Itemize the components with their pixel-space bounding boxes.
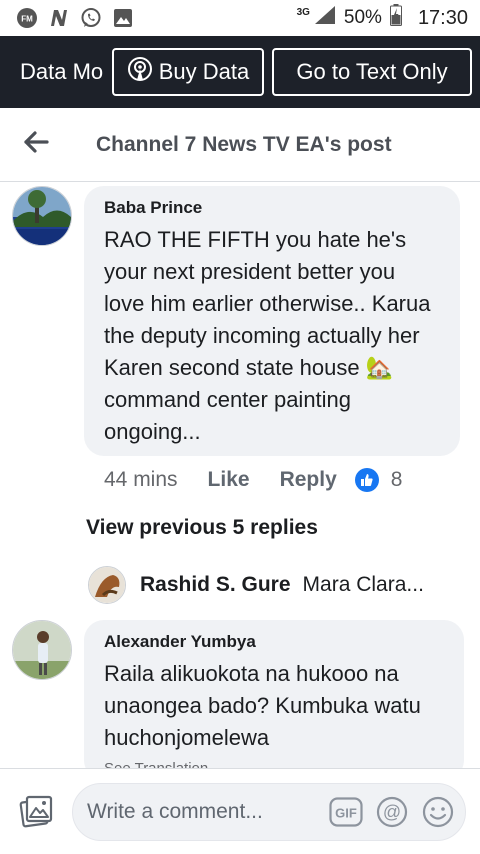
back-arrow-icon bbox=[23, 131, 49, 158]
comment-bubble[interactable]: Baba Prince RAO THE FIFTH you hate he's … bbox=[84, 186, 460, 456]
network-type: 3G bbox=[296, 6, 310, 18]
avatar-baba-prince[interactable] bbox=[12, 186, 72, 246]
buy-data-label: Buy Data bbox=[158, 59, 250, 84]
fm-radio-icon: FM bbox=[16, 7, 38, 29]
text-only-button[interactable]: Go to Text Only bbox=[272, 48, 472, 96]
status-bar: FM 3G 50% 17:30 bbox=[0, 0, 480, 36]
gif-label: GIF bbox=[335, 806, 357, 821]
add-photo-button[interactable] bbox=[16, 793, 56, 833]
back-button[interactable] bbox=[0, 108, 72, 182]
comment-input-container[interactable]: GIF @ bbox=[72, 783, 466, 841]
signal-icon bbox=[314, 5, 336, 31]
broadcast-icon bbox=[127, 56, 153, 88]
whatsapp-icon bbox=[80, 7, 102, 29]
gif-button[interactable]: GIF bbox=[329, 795, 363, 829]
comment-composer: GIF @ bbox=[0, 768, 480, 854]
view-previous-replies-link[interactable]: View previous 5 replies bbox=[86, 516, 318, 540]
svg-text:FM: FM bbox=[21, 15, 33, 24]
mention-icon[interactable]: @ bbox=[375, 795, 409, 829]
comment-author[interactable]: Baba Prince bbox=[104, 198, 440, 218]
thumbs-up-icon[interactable] bbox=[354, 468, 379, 492]
avatar-alexander-yumbya[interactable] bbox=[12, 620, 72, 680]
emoji-icon[interactable] bbox=[421, 795, 455, 829]
comment-text: Raila alikuokota na hukooo na unaongea b… bbox=[104, 661, 421, 750]
gallery-icon bbox=[112, 7, 134, 29]
data-mode-label[interactable]: Data Mo bbox=[0, 59, 112, 85]
reaction-count: 8 bbox=[390, 468, 403, 491]
page-title: Channel 7 News TV EA's post bbox=[96, 132, 392, 156]
comment-input[interactable] bbox=[87, 800, 317, 824]
comment-text: RAO THE FIFTH you hate he's your next pr… bbox=[104, 227, 431, 444]
battery-percent: 50% bbox=[343, 7, 382, 28]
post-header: Channel 7 News TV EA's post bbox=[0, 108, 480, 182]
reply-text: Mara Clara... bbox=[302, 573, 424, 596]
battery-icon bbox=[389, 4, 402, 32]
avatar-rashid[interactable] bbox=[88, 566, 126, 604]
comment-author[interactable]: Alexander Yumbya bbox=[104, 632, 444, 652]
n-app-icon bbox=[48, 7, 70, 29]
reply-button[interactable]: Reply bbox=[280, 468, 337, 492]
like-button[interactable]: Like bbox=[208, 468, 250, 492]
clock: 17:30 bbox=[417, 6, 468, 29]
text-only-label: Go to Text Only bbox=[296, 59, 448, 84]
data-mode-bar: Data Mo Buy Data Go to Text Only bbox=[0, 36, 480, 108]
reply-preview[interactable]: Rashid S. Gure Mara Clara... bbox=[88, 564, 468, 606]
photo-icon bbox=[18, 793, 54, 834]
reply-author[interactable]: Rashid S. Gure bbox=[140, 573, 291, 597]
comment-time: 44 mins bbox=[104, 468, 178, 491]
system-indicators: 3G 50% 17:30 bbox=[297, 4, 468, 32]
comment-bubble[interactable]: Alexander Yumbya Raila alikuokota na huk… bbox=[84, 620, 464, 780]
notification-icons: FM bbox=[16, 7, 134, 29]
buy-data-button[interactable]: Buy Data bbox=[112, 48, 264, 96]
comment-actions: 44 mins Like Reply 8 bbox=[104, 468, 444, 492]
svg-text:@: @ bbox=[383, 802, 401, 822]
